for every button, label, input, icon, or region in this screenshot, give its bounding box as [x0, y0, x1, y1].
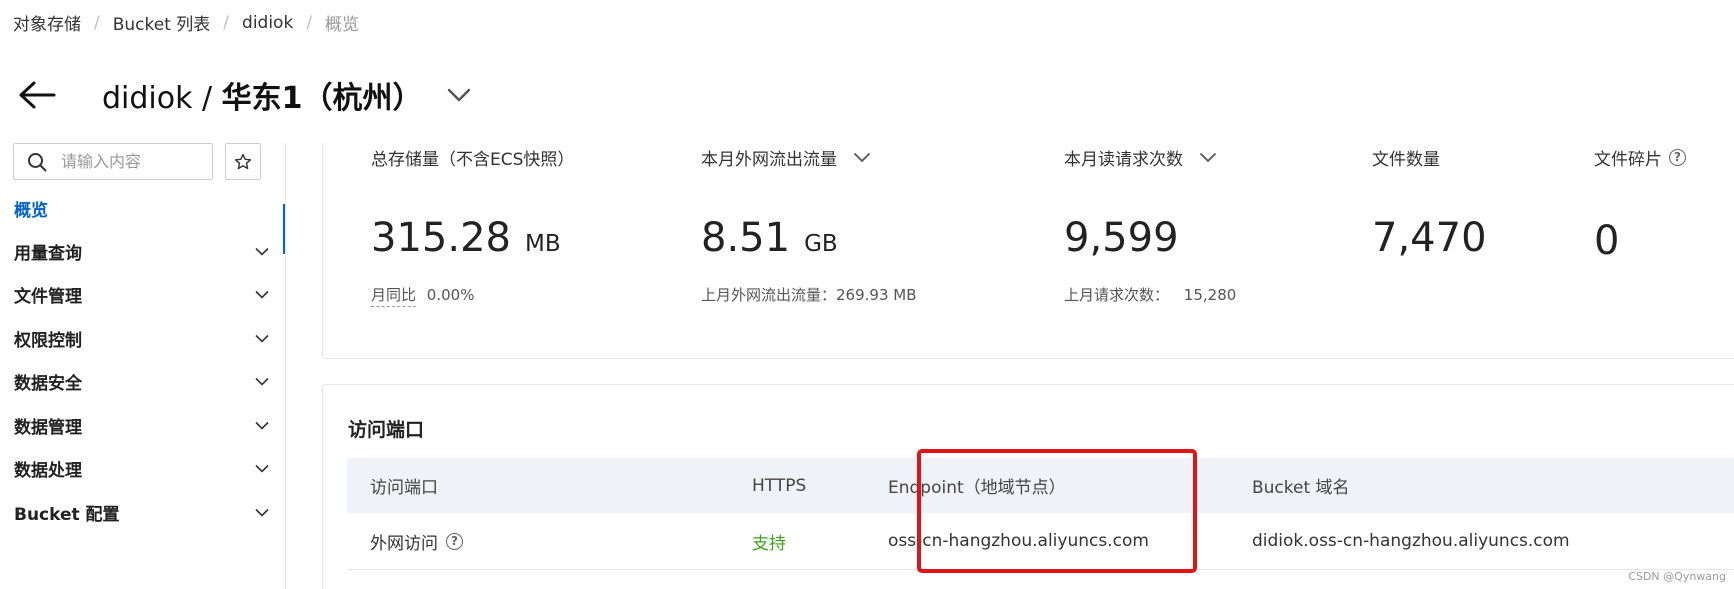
- sidebar-item-files[interactable]: 文件管理: [14, 279, 269, 309]
- stat-label: 总存储量（不含ECS快照）: [371, 149, 575, 170]
- https-support: 支持: [752, 533, 786, 554]
- sidebar-item-overview[interactable]: 概览: [14, 193, 269, 223]
- sidebar-item-data-processing[interactable]: 数据处理: [14, 453, 269, 483]
- access-type-cell: 外网访问 ?: [370, 513, 463, 569]
- stat-label: 本月读请求次数: [1064, 149, 1183, 170]
- search-input[interactable]: [61, 152, 211, 171]
- sidebar-item-label: 权限控制: [14, 330, 82, 351]
- bucket-domain[interactable]: didiok.oss-cn-hangzhou.aliyuncs.com: [1252, 513, 1570, 569]
- chevron-down-icon: [255, 290, 269, 299]
- chevron-down-icon: [255, 464, 269, 473]
- sidebar-item-label: 数据管理: [14, 417, 82, 438]
- favorite-button[interactable]: [225, 143, 261, 180]
- stat-value: 315.28 MB: [371, 215, 561, 261]
- breadcrumb-item-bucket-list[interactable]: Bucket 列表: [113, 10, 211, 35]
- stat-requests: 本月读请求次数 9,599 上月请求次数： 15,280: [1064, 143, 1236, 305]
- sidebar-active-indicator: [283, 204, 285, 254]
- yoy-value: 0.00%: [426, 286, 475, 304]
- stat-value: 8.51 GB: [701, 215, 838, 261]
- sidebar-item-data-management[interactable]: 数据管理: [14, 410, 269, 440]
- column-header: Endpoint（地域节点）: [888, 478, 1066, 498]
- watermark: CSDN @Qynwang: [1628, 570, 1726, 583]
- sidebar-item-usage[interactable]: 用量查询: [14, 236, 269, 266]
- stat-value: 9,599: [1064, 215, 1179, 261]
- region-name: 华东1（杭州）: [221, 81, 423, 116]
- chevron-down-icon: [1199, 152, 1217, 162]
- yoy-label[interactable]: 月同比: [371, 286, 417, 307]
- sidebar-item-label: 文件管理: [14, 286, 82, 307]
- back-arrow-icon[interactable]: [18, 80, 56, 110]
- sidebar-item-label: 用量查询: [14, 243, 82, 264]
- sidebar-item-label: 概览: [14, 200, 48, 221]
- endpoint-value[interactable]: oss-cn-hangzhou.aliyuncs.com: [888, 513, 1149, 569]
- breadcrumb-separator: /: [306, 12, 313, 33]
- star-icon: [234, 153, 252, 169]
- column-header: HTTPS: [752, 475, 807, 496]
- stat-sub: 上月请求次数： 15,280: [1064, 284, 1236, 305]
- page-title: didiok / 华东1（杭州）: [102, 73, 423, 117]
- access-type: 外网访问: [370, 533, 438, 554]
- chevron-down-icon: [255, 334, 269, 343]
- section-title: 访问端口: [348, 419, 425, 441]
- column-header: Bucket 域名: [1252, 478, 1350, 498]
- chevron-down-icon: [853, 152, 871, 162]
- stat-traffic: 本月外网流出流量 8.51 GB 上月外网流出流量：269.93 MB: [701, 143, 917, 305]
- stat-number: 8.51: [701, 215, 791, 261]
- sidebar-item-data-security[interactable]: 数据安全: [14, 366, 269, 396]
- endpoint-card: 访问端口 访问端口 HTTPS Endpoint（地域节点） Bucket 域名…: [322, 384, 1734, 589]
- sidebar-item-permissions[interactable]: 权限控制: [14, 323, 269, 353]
- stat-label: 文件碎片: [1594, 149, 1662, 170]
- bucket-name: didiok: [102, 81, 193, 116]
- chevron-down-icon: [255, 247, 269, 256]
- search-icon: [28, 152, 47, 171]
- breadcrumb-item-oss[interactable]: 对象存储: [13, 10, 81, 35]
- help-icon[interactable]: ?: [1669, 148, 1686, 166]
- breadcrumb-separator: /: [94, 12, 100, 33]
- breadcrumb-separator: /: [223, 12, 230, 33]
- sidebar: 概览 用量查询 文件管理 权限控制 数据安全 数据管理 数据处理 Bucket …: [0, 143, 285, 589]
- breadcrumb: 对象存储 / Bucket 列表 / didiok / 概览: [13, 10, 360, 36]
- stat-sub: 月同比 0.00%: [371, 284, 475, 307]
- stat-label: 本月外网流出流量: [701, 149, 837, 170]
- title-separator: /: [192, 81, 222, 116]
- table-header: 访问端口 HTTPS Endpoint（地域节点） Bucket 域名: [347, 458, 1734, 513]
- stat-label-dropdown[interactable]: 本月外网流出流量: [701, 143, 871, 171]
- chevron-down-icon: [255, 508, 269, 517]
- stat-label: 文件数量: [1372, 149, 1440, 170]
- endpoint-table: 访问端口 HTTPS Endpoint（地域节点） Bucket 域名 外网访问…: [347, 458, 1734, 570]
- stat-storage: 总存储量（不含ECS快照） 315.28 MB 月同比 0.00%: [371, 143, 575, 307]
- page-header: didiok / 华东1（杭州）: [18, 70, 471, 120]
- stat-unit: GB: [804, 231, 838, 257]
- help-icon[interactable]: ?: [446, 532, 463, 550]
- breadcrumb-item-current: 概览: [325, 15, 360, 35]
- stat-sub: 上月外网流出流量：269.93 MB: [701, 286, 917, 304]
- sidebar-item-bucket-config[interactable]: Bucket 配置: [14, 497, 269, 527]
- stat-number: 315.28: [371, 215, 511, 261]
- chevron-down-icon: [255, 377, 269, 386]
- chevron-down-icon: [255, 421, 269, 430]
- last-month-requests-label: 上月请求次数：: [1064, 286, 1170, 304]
- column-header: 访问端口: [370, 478, 438, 498]
- last-month-requests-value: 15,280: [1183, 286, 1237, 304]
- stat-label-dropdown[interactable]: 本月读请求次数: [1064, 143, 1217, 171]
- stat-files: 文件数量 7,470: [1372, 143, 1487, 262]
- stat-value: 0: [1594, 218, 1620, 264]
- breadcrumb-item-bucket[interactable]: didiok: [242, 13, 293, 33]
- stat-label-wrapper: 文件碎片 ?: [1594, 143, 1686, 171]
- stats-card: 总存储量（不含ECS快照） 315.28 MB 月同比 0.00% 本月外网流出流…: [322, 143, 1734, 359]
- sidebar-item-label: 数据安全: [14, 373, 82, 394]
- sidebar-item-label: 数据处理: [14, 460, 82, 481]
- table-row: 外网访问 ? 支持 oss-cn-hangzhou.aliyuncs.com d…: [347, 513, 1734, 570]
- stat-unit: MB: [524, 231, 561, 257]
- stat-fragments: 文件碎片 ? 0: [1594, 143, 1686, 264]
- sidebar-item-label: Bucket 配置: [14, 504, 120, 525]
- stat-number: 9,599: [1064, 215, 1179, 261]
- search-field[interactable]: [13, 143, 213, 180]
- sidebar-divider: [285, 143, 286, 589]
- stat-value: 7,470: [1372, 215, 1487, 261]
- chevron-down-icon[interactable]: [447, 87, 471, 103]
